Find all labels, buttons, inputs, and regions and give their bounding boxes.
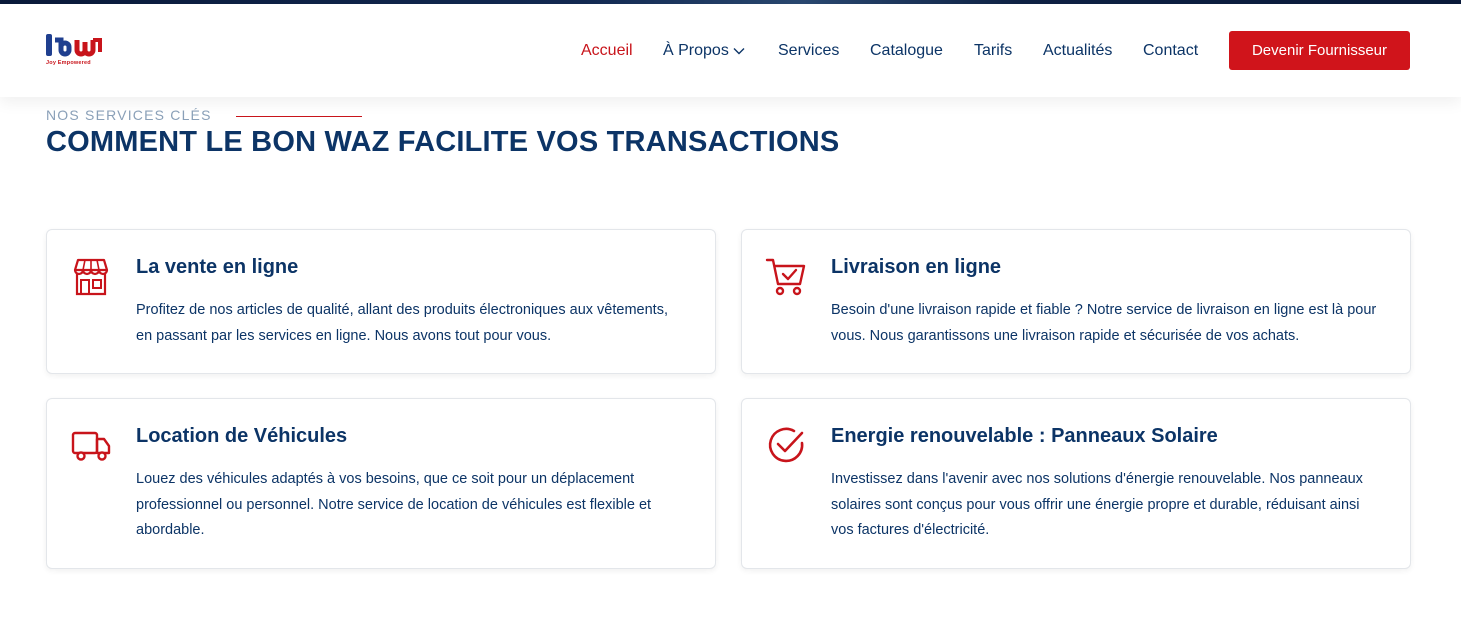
nav-item-catalogue[interactable]: Catalogue — [870, 42, 943, 60]
chevron-down-icon — [733, 47, 745, 55]
nav-item-contact[interactable]: Contact — [1143, 42, 1198, 60]
service-title: La vente en ligne — [136, 256, 299, 278]
service-description: Investissez dans l'avenir avec nos solut… — [831, 471, 1363, 538]
shopping-cart-check-icon — [765, 258, 806, 296]
nav-item-a-propos[interactable]: À Propos — [663, 42, 745, 60]
service-card-energie[interactable]: Energie renouvelable : Panneaux Solaire … — [741, 398, 1411, 569]
nav-item-accueil[interactable]: Accueil — [581, 42, 633, 60]
devenir-fournisseur-button[interactable]: Devenir Fournisseur — [1229, 31, 1410, 70]
site-header: Joy Empowered Accueil À Propos Services … — [0, 4, 1461, 97]
nav-item-tarifs[interactable]: Tarifs — [974, 42, 1012, 60]
service-title: Location de Véhicules — [136, 425, 348, 447]
eyebrow-divider — [236, 116, 362, 117]
service-description: Profitez de nos articles de qualité, all… — [136, 302, 668, 344]
nav-item-actualites[interactable]: Actualités — [1043, 42, 1112, 60]
service-description: Besoin d'une livraison rapide et fiable … — [831, 302, 1377, 344]
nav-item-a-propos-label: À Propos — [663, 42, 729, 59]
section-title: COMMENT LE BON WAZ FACILITE VOS TRANSACT… — [46, 126, 840, 158]
service-title: Energie renouvelable : Panneaux Solaire — [831, 425, 1218, 447]
service-title: Livraison en ligne — [831, 256, 1002, 278]
service-card-vente[interactable]: La vente en ligne Profitez de nos articl… — [46, 229, 716, 374]
nav-item-services[interactable]: Services — [778, 42, 839, 60]
check-circle-icon — [768, 427, 804, 463]
storefront-icon — [73, 258, 109, 296]
logo-tagline: Joy Empowered — [46, 60, 91, 66]
service-card-livraison[interactable]: Livraison en ligne Besoin d'une livraiso… — [741, 229, 1411, 374]
lbw-logo-icon — [46, 34, 102, 57]
section-eyebrow: NOS SERVICES CLÉS — [46, 107, 212, 123]
service-card-location[interactable]: Location de Véhicules Louez des véhicule… — [46, 398, 716, 569]
site-logo[interactable]: Joy Empowered — [46, 34, 106, 74]
service-description: Louez des véhicules adaptés à vos besoin… — [136, 471, 652, 538]
truck-icon — [71, 431, 111, 461]
